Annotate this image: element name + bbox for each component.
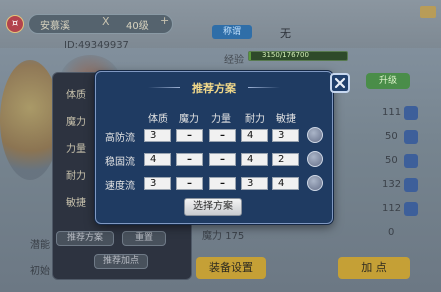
plan-value: 4 — [241, 129, 268, 142]
attr-label-mag: 魔力 — [66, 117, 86, 128]
plan-label-speed: 速度流 — [105, 181, 135, 192]
plan-value: – — [176, 129, 203, 142]
stat-icon — [404, 106, 418, 120]
menu-icon[interactable] — [420, 6, 436, 18]
plan-label-stable: 稳固流 — [105, 157, 135, 168]
close-button[interactable] — [330, 73, 350, 93]
plan-value: – — [176, 177, 203, 190]
plan-value: 4 — [144, 153, 171, 166]
stat-icon — [404, 178, 418, 192]
plan-radio-speed[interactable] — [307, 175, 323, 191]
player-level: 40级 — [126, 21, 149, 32]
plus-icon[interactable]: + — [160, 14, 169, 27]
plan-button[interactable]: 推荐方案 — [56, 231, 114, 246]
plan-label-high-defense: 高防流 — [105, 133, 135, 144]
plan-radio-stable[interactable] — [307, 151, 323, 167]
potential-label: 潜能 — [30, 240, 50, 251]
initial-label: 初始 — [30, 266, 50, 277]
plan-value: – — [176, 153, 203, 166]
upgrade-button[interactable]: 升级 — [366, 73, 410, 89]
attr-label-agi: 敏捷 — [66, 198, 86, 209]
mana-label: 魔力 175 — [202, 231, 245, 242]
stat-icon — [404, 202, 418, 216]
title-divider-right — [248, 87, 280, 88]
gender-icon: X — [102, 15, 110, 28]
select-plan-button[interactable]: 选择方案 — [184, 198, 242, 216]
exp-value: 3150/176700 — [262, 51, 309, 59]
plan-value: – — [209, 177, 236, 190]
col-header-con: 体质 — [148, 114, 168, 125]
title-chip[interactable]: 称谓 — [212, 25, 252, 39]
stat-value: 132 — [382, 179, 402, 190]
col-header-agi: 敏捷 — [276, 114, 296, 125]
stat-value: 111 — [382, 107, 402, 118]
col-header-mag: 魔力 — [179, 114, 199, 125]
player-id: ID:49349937 — [64, 40, 129, 51]
dialog-title: 推荐方案 — [192, 82, 236, 95]
attr-label-str: 力量 — [66, 144, 86, 155]
avatar-badge[interactable]: ¤ — [6, 15, 24, 33]
plan-value: 4 — [241, 153, 268, 166]
plan-value: 3 — [241, 177, 268, 190]
reset-button[interactable]: 重置 — [122, 231, 166, 246]
plan-radio-high-defense[interactable] — [307, 127, 323, 143]
stat-value: 112 — [382, 203, 402, 214]
dialog-header: 推荐方案 — [96, 72, 332, 96]
plan-value: – — [209, 153, 236, 166]
plan-value: 3 — [272, 129, 299, 142]
plan-value: 4 — [272, 177, 299, 190]
exp-bar-fill — [249, 52, 251, 60]
plan-value: 3 — [144, 177, 171, 190]
col-header-str: 力量 — [211, 114, 231, 125]
exp-label: 经验 — [224, 55, 244, 66]
stat-value: 50 — [385, 131, 398, 142]
recommend-button[interactable]: 推荐加点 — [94, 254, 148, 269]
col-header-end: 耐力 — [245, 114, 265, 125]
attr-label-end: 耐力 — [66, 171, 86, 182]
plan-value: – — [209, 129, 236, 142]
potential-value: 0 — [388, 227, 395, 238]
character-art — [0, 60, 60, 180]
equip-settings-button[interactable]: 装备设置 — [196, 257, 266, 279]
player-name: 安慕溪 — [40, 21, 70, 32]
recommend-plan-dialog: 推荐方案 体质 魔力 力量 耐力 敏捷 高防流 3 – – 4 3 稳固流 4 … — [95, 71, 333, 224]
stat-icon — [404, 154, 418, 168]
plan-value: 2 — [272, 153, 299, 166]
stat-value: 50 — [385, 155, 398, 166]
add-points-button[interactable]: 加 点 — [338, 257, 410, 279]
title-value: 无 — [280, 27, 291, 40]
stat-icon — [404, 130, 418, 144]
attr-label-con: 体质 — [66, 90, 86, 101]
plan-value: 3 — [144, 129, 171, 142]
close-icon — [334, 77, 346, 89]
